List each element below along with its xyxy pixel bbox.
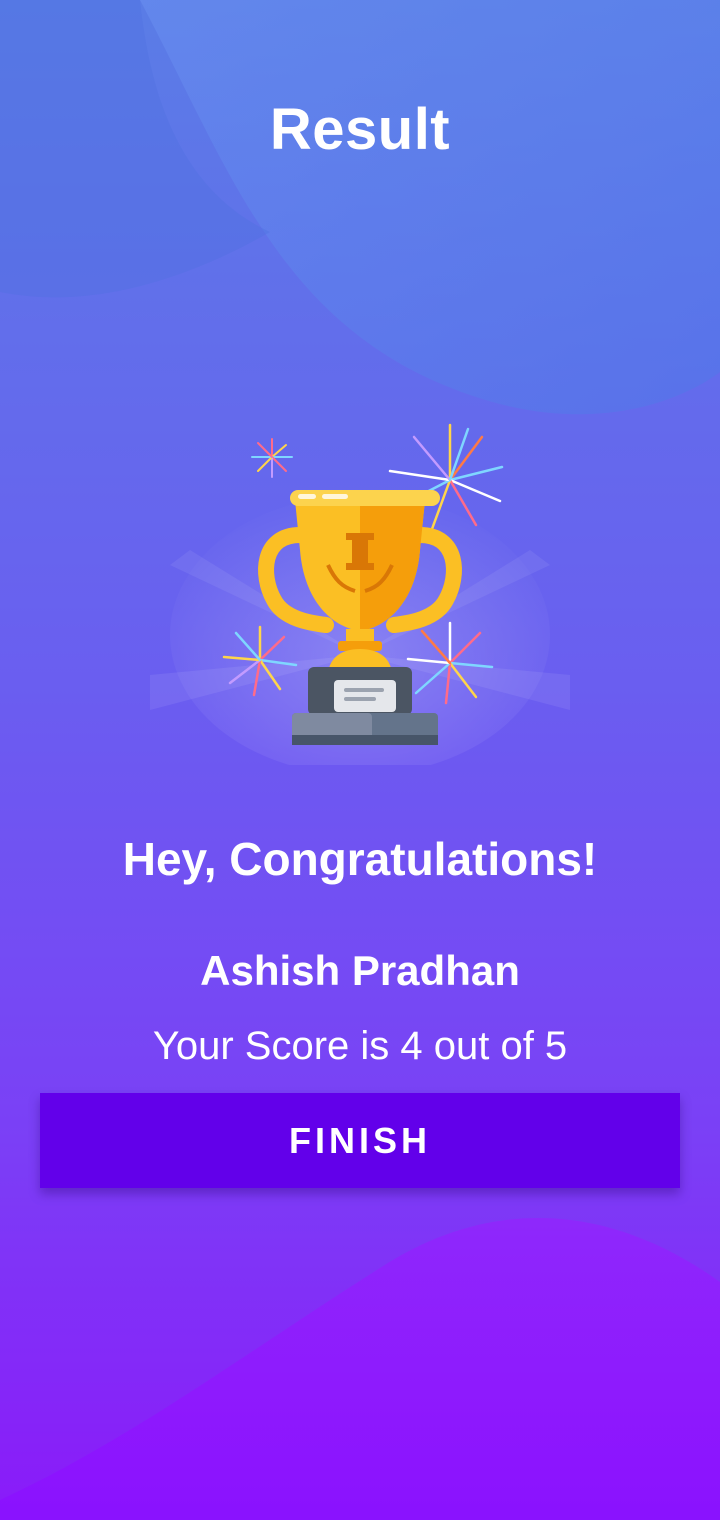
page-title: Result <box>269 97 451 162</box>
firework-top-left <box>251 438 293 478</box>
trophy-illustration <box>150 405 570 775</box>
finish-button[interactable]: FINISH <box>40 1093 680 1188</box>
congratulations-heading: Hey, Congratulations! <box>122 833 598 885</box>
score-text: Your Score is 4 out of 5 <box>152 1024 568 1068</box>
trophy-icon <box>150 423 570 775</box>
user-name: Ashish Pradhan <box>200 947 520 994</box>
